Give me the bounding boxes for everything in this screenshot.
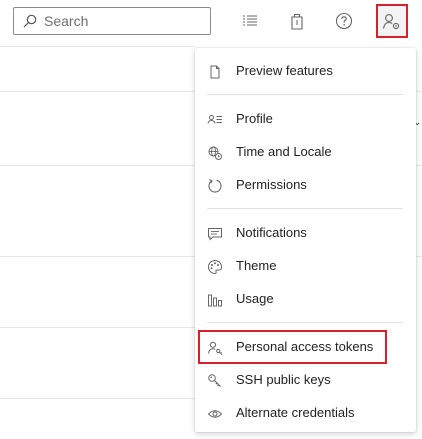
help-icon[interactable] bbox=[333, 10, 355, 32]
profile-icon bbox=[207, 115, 222, 124]
user-settings-menu: Preview features Profile Time and Locale… bbox=[195, 48, 416, 432]
page-divider bbox=[0, 327, 195, 328]
user-settings-icon bbox=[382, 14, 400, 30]
menu-item-notifications[interactable]: Notifications bbox=[195, 217, 416, 250]
menu-item-personal-access-tokens[interactable]: Personal access tokens bbox=[195, 331, 416, 364]
menu-divider bbox=[207, 208, 403, 209]
key-icon bbox=[208, 374, 221, 387]
globe-clock-icon bbox=[208, 146, 222, 160]
menu-item-ssh-keys[interactable]: SSH public keys bbox=[195, 364, 416, 397]
document-icon bbox=[210, 65, 220, 79]
page-divider bbox=[416, 91, 422, 92]
menu-item-label: Usage bbox=[236, 291, 274, 306]
page-divider bbox=[0, 165, 195, 166]
menu-item-label: Time and Locale bbox=[236, 144, 332, 159]
menu-item-label: Notifications bbox=[236, 225, 307, 240]
palette-icon bbox=[208, 259, 223, 275]
menu-item-permissions[interactable]: Permissions bbox=[195, 169, 416, 202]
menu-item-usage[interactable]: Usage bbox=[195, 283, 416, 316]
chat-icon bbox=[208, 228, 222, 241]
page-divider bbox=[0, 256, 195, 257]
menu-item-label: Alternate credentials bbox=[236, 405, 355, 420]
menu-item-alternate-credentials[interactable]: Alternate credentials bbox=[195, 397, 416, 430]
menu-divider bbox=[207, 322, 403, 323]
menu-item-theme[interactable]: Theme bbox=[195, 250, 416, 283]
menu-item-label: Permissions bbox=[236, 177, 307, 192]
menu-item-label: Theme bbox=[236, 258, 277, 273]
menu-item-label: SSH public keys bbox=[236, 372, 331, 387]
user-settings-button[interactable] bbox=[376, 4, 408, 38]
user-key-icon bbox=[208, 341, 223, 355]
search-input[interactable] bbox=[44, 11, 204, 31]
menu-item-preview-features[interactable]: Preview features bbox=[195, 55, 416, 88]
refresh-circle-icon bbox=[208, 179, 222, 193]
page-divider bbox=[416, 165, 422, 166]
list-icon[interactable] bbox=[239, 10, 261, 32]
menu-item-label: Profile bbox=[236, 111, 273, 126]
menu-item-profile[interactable]: Profile bbox=[195, 103, 416, 136]
page-divider bbox=[0, 398, 195, 399]
menu-item-time-locale[interactable]: Time and Locale bbox=[195, 136, 416, 169]
page-divider bbox=[0, 46, 195, 47]
menu-divider bbox=[207, 94, 403, 95]
shopping-bag-icon[interactable] bbox=[286, 10, 308, 32]
menu-item-label: Preview features bbox=[236, 63, 333, 78]
page-divider bbox=[0, 91, 195, 92]
menu-item-label: Personal access tokens bbox=[236, 339, 374, 354]
search-icon bbox=[23, 14, 37, 28]
eye-icon bbox=[207, 410, 223, 418]
page-divider bbox=[416, 256, 422, 257]
bar-chart-icon bbox=[208, 294, 222, 307]
top-bar bbox=[0, 0, 422, 46]
search-box[interactable] bbox=[13, 7, 211, 35]
